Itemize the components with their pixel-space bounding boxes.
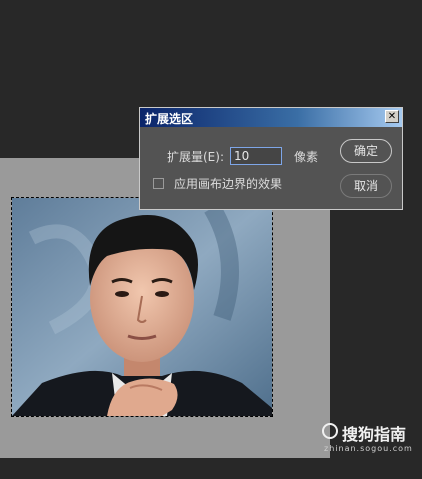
cancel-button[interactable]: 取消	[340, 174, 392, 198]
ok-button[interactable]: 确定	[340, 139, 392, 163]
sogou-logo-icon	[322, 423, 338, 439]
dialog-title: 扩展选区	[145, 112, 194, 126]
dialog-titlebar[interactable]: 扩展选区 ✕	[140, 108, 402, 127]
portrait-photo	[12, 198, 272, 416]
apply-canvas-label: 应用画布边界的效果	[174, 177, 283, 191]
expand-selection-dialog: 扩展选区 ✕ 扩展量(E): 10 像素 应用画布边界的效果 确定 取消	[139, 107, 403, 210]
watermark-url: zhinan.sogou.com	[324, 444, 413, 453]
unit-label: 像素	[294, 150, 319, 164]
expand-amount-label: 扩展量(E):	[167, 150, 224, 164]
expand-amount-input[interactable]: 10	[230, 147, 282, 165]
apply-canvas-checkbox[interactable]	[153, 178, 164, 189]
close-icon[interactable]: ✕	[385, 110, 399, 123]
watermark-brand: 搜狗指南	[342, 425, 407, 444]
